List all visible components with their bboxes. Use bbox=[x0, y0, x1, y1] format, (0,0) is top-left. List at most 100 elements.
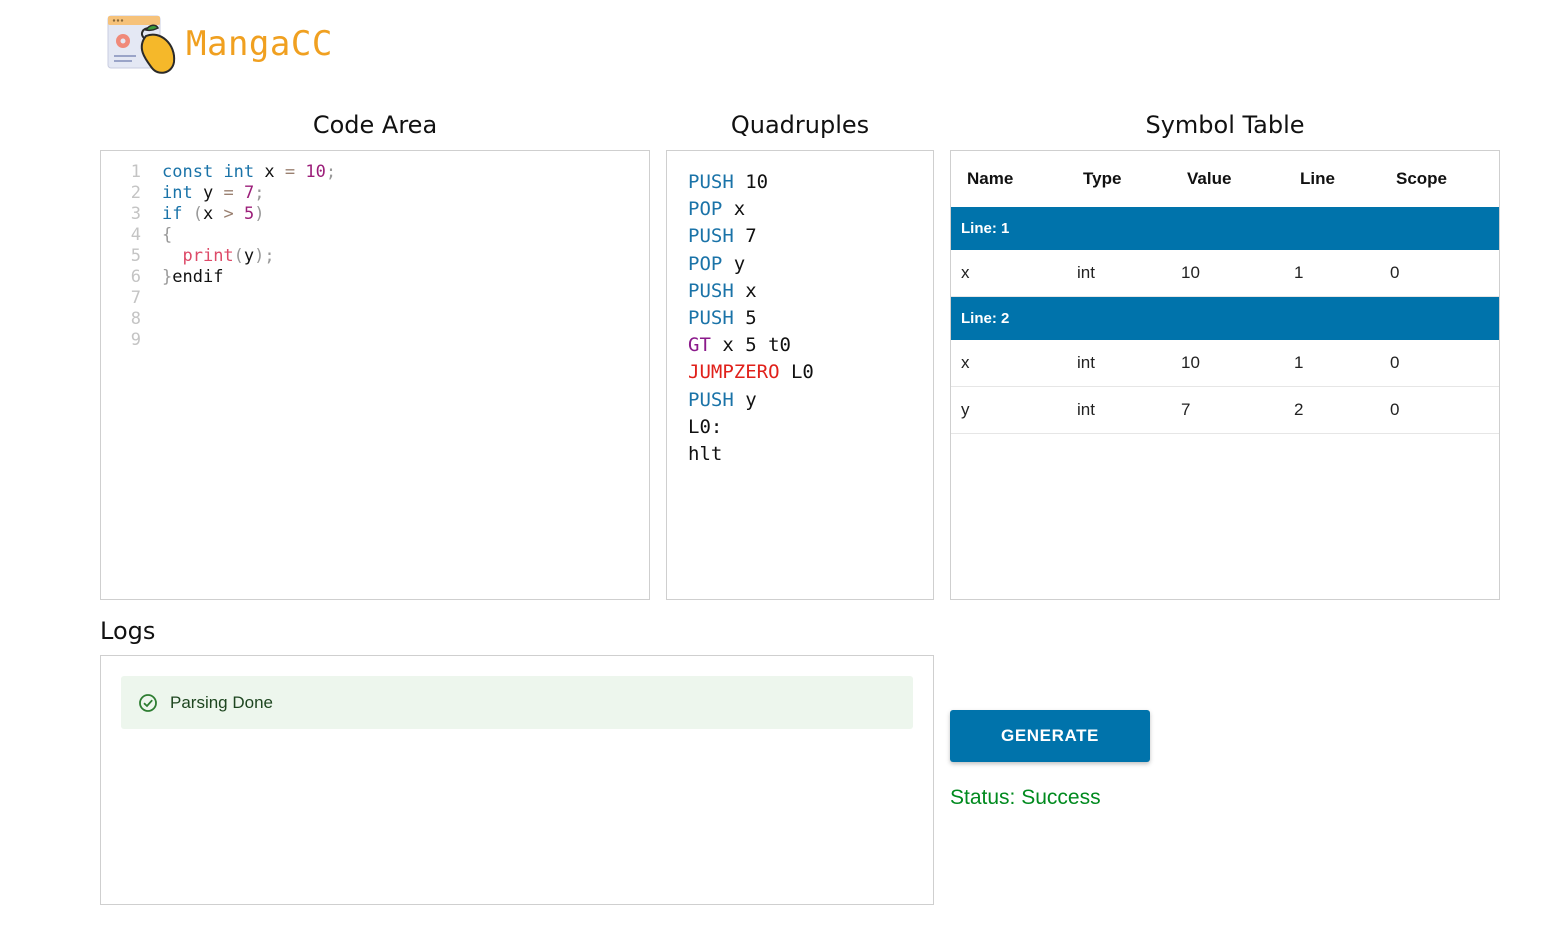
column-header: Type bbox=[1083, 169, 1122, 188]
quadruple-op: PUSH bbox=[688, 279, 734, 302]
quadruple-args: L0: bbox=[688, 415, 723, 438]
line-number: 7 bbox=[130, 288, 141, 308]
table-row: x int 10 1 0 bbox=[951, 250, 1499, 297]
code-line-content: }endif bbox=[162, 267, 223, 288]
line-group-label: Line: 2 bbox=[951, 296, 1499, 340]
quadruples-title: Quadruples bbox=[730, 111, 870, 139]
code-token: x bbox=[254, 162, 285, 182]
column-header: Line bbox=[1300, 169, 1335, 188]
code-line: 4{ bbox=[101, 225, 649, 246]
code-token: ; bbox=[264, 246, 275, 266]
code-line-content: int y = 7; bbox=[162, 183, 264, 204]
symbol-table: Name Type Value Line Scope Line: 1 x int 10 1 0 Li… bbox=[951, 151, 1499, 434]
code-line-content: { bbox=[162, 225, 172, 246]
code-token: ; bbox=[254, 183, 265, 203]
quadruple-args: y bbox=[745, 388, 757, 411]
table-row: y int 7 2 0 bbox=[951, 386, 1499, 434]
code-token: print bbox=[182, 246, 234, 266]
column-header: Scope bbox=[1396, 169, 1448, 188]
quadruple-args: x bbox=[733, 198, 746, 221]
quadruple-op: JUMPZERO bbox=[688, 361, 780, 384]
logs-title: Logs bbox=[100, 617, 156, 645]
quadruple-line: L0: bbox=[688, 414, 933, 441]
code-token: 10 bbox=[305, 162, 326, 182]
code-token: 7 bbox=[243, 183, 255, 203]
table-cell: 0 bbox=[1380, 250, 1499, 297]
table-cell: int bbox=[1067, 386, 1171, 434]
line-number: 4 bbox=[130, 225, 141, 245]
code-line: 1 const int x = 10; bbox=[101, 162, 649, 183]
status-text: Status: Success bbox=[950, 786, 1101, 809]
code-editor[interactable]: 1 const int x = 10; 2 int y = 7; 3 if (x > 5)… bbox=[100, 150, 650, 600]
quadruple-args: 10 bbox=[745, 171, 769, 193]
line-group-header: Line: 1 bbox=[951, 207, 1499, 250]
quadruple-args: hlt bbox=[688, 442, 723, 465]
mangacc-logo-icon bbox=[107, 15, 176, 74]
quadruple-line: PUSH x bbox=[688, 278, 933, 305]
quadruples-panel: PUSH 10 POP x PUSH 7 POP y PUSH x PUSH 5 GT x … bbox=[666, 150, 934, 600]
quadruple-args: x bbox=[745, 279, 757, 302]
quadruple-op: GT bbox=[688, 334, 711, 357]
check-circle-icon bbox=[139, 693, 157, 712]
line-number: 2 bbox=[130, 183, 141, 203]
table-row: x int 10 1 0 bbox=[951, 340, 1499, 387]
code-token: } bbox=[162, 267, 173, 287]
generate-button[interactable]: GENERATE bbox=[950, 710, 1150, 762]
quadruple-line: GT x 5 t0 bbox=[688, 332, 933, 359]
quadruple-op: PUSH bbox=[688, 171, 734, 193]
line-number: 1 bbox=[130, 162, 141, 182]
table-cell: 2 bbox=[1284, 386, 1380, 434]
code-area-title: Code Area bbox=[312, 111, 438, 139]
code-token: = bbox=[284, 162, 296, 182]
brand-name: MangaCC bbox=[186, 24, 333, 64]
code-line-content: if (x > 5) bbox=[162, 204, 264, 225]
quadruple-line: POP y bbox=[688, 251, 933, 278]
code-token: int bbox=[162, 183, 193, 203]
code-line: 7 bbox=[101, 288, 649, 309]
table-cell: 10 bbox=[1171, 340, 1284, 387]
table-cell: x bbox=[951, 340, 1067, 387]
symbol-table-header-row: Name Type Value Line Scope bbox=[951, 151, 1499, 207]
quadruple-args: x 5 t0 bbox=[722, 334, 791, 357]
quadruple-line: POP x bbox=[688, 196, 933, 223]
code-token: y bbox=[243, 246, 255, 266]
code-line: 2 int y = 7; bbox=[101, 183, 649, 204]
quadruple-args: L0 bbox=[790, 361, 814, 384]
code-token: if bbox=[162, 204, 183, 224]
line-number: 9 bbox=[130, 330, 141, 350]
quadruple-line: JUMPZERO L0 bbox=[688, 359, 933, 386]
quadruple-op: PUSH bbox=[688, 306, 734, 329]
table-cell: 10 bbox=[1171, 250, 1284, 297]
quadruple-args: y bbox=[733, 252, 746, 275]
log-entry: Parsing Done bbox=[121, 676, 913, 729]
code-line-content: const int x = 10; bbox=[162, 162, 336, 183]
line-group-label: Line: 1 bbox=[951, 207, 1499, 250]
table-cell: int bbox=[1067, 250, 1171, 297]
table-cell: 1 bbox=[1284, 340, 1380, 387]
quadruple-line: PUSH 7 bbox=[688, 223, 933, 250]
quadruple-line: PUSH 10 bbox=[688, 169, 933, 196]
code-token: x bbox=[202, 204, 224, 224]
code-token: ; bbox=[325, 162, 337, 182]
quadruple-op: PUSH bbox=[688, 388, 734, 411]
table-cell: x bbox=[951, 250, 1067, 297]
quadruple-op: PUSH bbox=[688, 225, 734, 248]
symbol-table-panel: Name Type Value Line Scope Line: 1 x int 10 1 0 Li… bbox=[950, 150, 1500, 600]
code-line: 5 print(y); bbox=[101, 246, 649, 267]
table-cell: int bbox=[1067, 340, 1171, 387]
table-cell: 1 bbox=[1284, 250, 1380, 297]
code-token: int bbox=[223, 162, 255, 182]
quadruple-line: PUSH y bbox=[688, 387, 933, 414]
code-token: { bbox=[162, 225, 173, 245]
code-token: ( bbox=[192, 204, 203, 224]
line-number: 8 bbox=[130, 309, 141, 329]
symbol-table-title: Symbol Table bbox=[1145, 111, 1305, 139]
code-line: 3 if (x > 5) bbox=[101, 204, 649, 225]
code-token: ) bbox=[254, 246, 265, 266]
line-number: 3 bbox=[130, 204, 141, 224]
code-token: ) bbox=[254, 204, 265, 224]
